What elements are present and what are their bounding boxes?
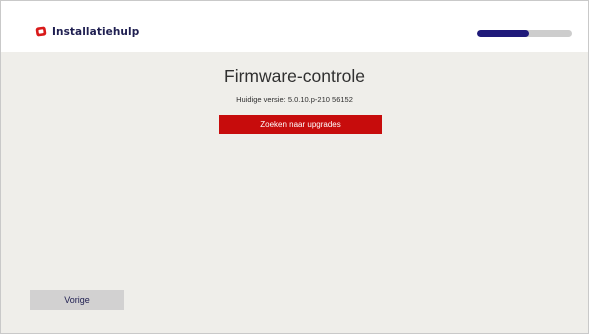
back-button[interactable]: Vorige [30,290,124,310]
setup-screen: Installatiehulp Firmware-controle Huidig… [0,0,589,334]
setup-progress-fill [477,30,530,37]
header-bar: Installatiehulp [1,1,588,52]
installatiehulp-logo-icon [35,26,47,37]
app-title: Installatiehulp [52,26,140,38]
page-title: Firmware-controle [224,66,365,86]
setup-progress-bar [477,30,572,37]
search-upgrades-button[interactable]: Zoeken naar upgrades [219,115,382,134]
current-version-text: Huidige versie: 5.0.10.p-210 56152 [236,95,353,104]
